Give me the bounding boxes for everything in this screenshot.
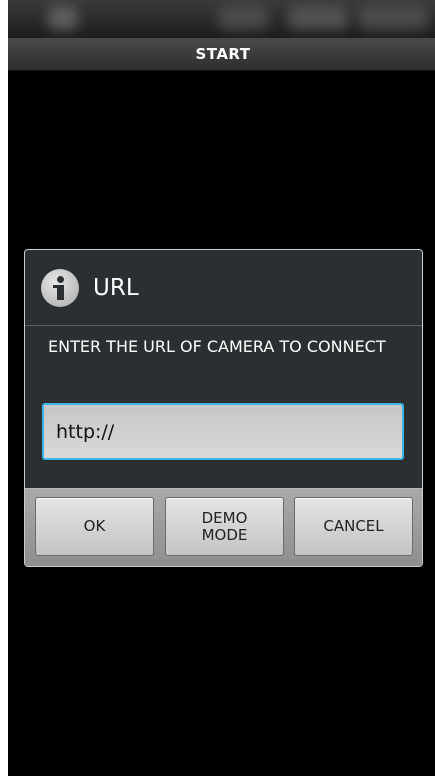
status-bar-blur bbox=[358, 6, 428, 30]
status-bar-blur bbox=[48, 6, 78, 30]
demo-mode-button[interactable]: DEMO MODE bbox=[165, 497, 284, 556]
status-bar bbox=[8, 0, 435, 38]
info-icon bbox=[41, 268, 79, 307]
dialog-header: URL bbox=[25, 250, 422, 326]
ok-button[interactable]: OK bbox=[35, 497, 154, 556]
page-title: START bbox=[195, 45, 251, 63]
url-dialog: URL ENTER THE URL OF CAMERA TO CONNECT O… bbox=[24, 249, 423, 567]
app-screen: START URL ENTER THE URL OF CAMERA TO CON… bbox=[8, 0, 435, 776]
title-bar: START bbox=[8, 38, 435, 71]
url-input[interactable] bbox=[42, 403, 404, 460]
dialog-title: URL bbox=[93, 274, 139, 301]
cancel-button[interactable]: CANCEL bbox=[294, 497, 413, 556]
dialog-button-bar: OK DEMO MODE CANCEL bbox=[25, 488, 422, 566]
dialog-message: ENTER THE URL OF CAMERA TO CONNECT bbox=[48, 337, 386, 356]
status-bar-blur bbox=[218, 6, 268, 30]
status-bar-blur bbox=[288, 6, 348, 30]
